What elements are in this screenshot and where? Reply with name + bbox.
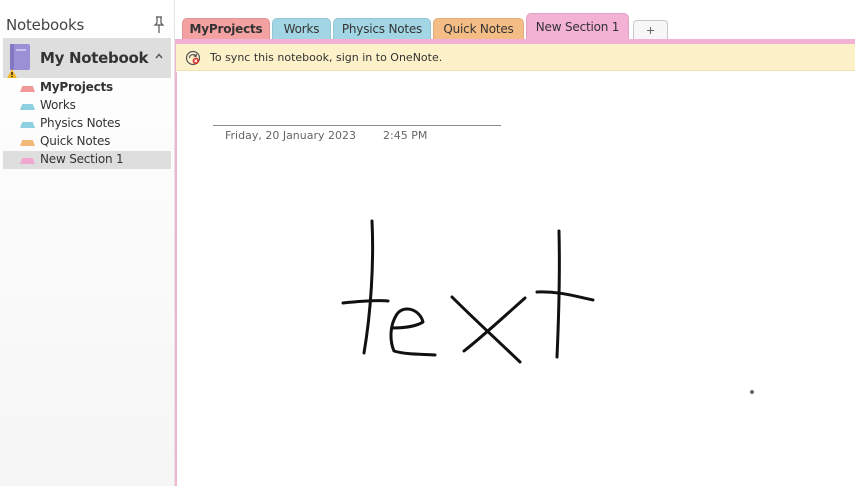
page-canvas[interactable]: Friday, 20 January 2023 2:45 PM text: [176, 72, 855, 486]
ink-stroke-t1-stem: [362, 219, 375, 355]
notebooks-pane-header: Notebooks: [6, 16, 168, 36]
ink-stroke-t1-cross: [341, 299, 390, 305]
sidebar-section-label: Quick Notes: [40, 134, 111, 148]
sync-notification-bar: To sync this notebook, sign in to OneNot…: [176, 44, 855, 71]
ink-stroke-x2: [462, 296, 527, 353]
sidebar-section-myprojects[interactable]: MyProjects: [3, 79, 171, 97]
sidebar-section-quick-notes[interactable]: Quick Notes: [3, 133, 171, 151]
notebook-my-notebook[interactable]: My Notebook: [3, 38, 171, 78]
sidebar-section-label: Physics Notes: [40, 116, 121, 130]
section-color-swatch: [20, 104, 35, 110]
sync-notification-text[interactable]: To sync this notebook, sign in to OneNot…: [210, 51, 442, 64]
tab-physics-notes[interactable]: Physics Notes: [333, 18, 431, 40]
add-section-button[interactable]: +: [633, 20, 668, 39]
ink-stroke-e: [389, 307, 437, 357]
section-color-swatch: [20, 140, 35, 146]
section-color-swatch: [20, 122, 35, 128]
tab-works[interactable]: Works: [272, 18, 331, 40]
section-color-swatch: [20, 158, 35, 164]
sidebar-section-works[interactable]: Works: [3, 97, 171, 115]
tab-new-section-1[interactable]: New Section 1: [526, 13, 629, 40]
pin-icon[interactable]: [152, 16, 166, 34]
notebooks-pane: Notebooks My Notebook MyProjects Works P…: [0, 0, 175, 486]
sidebar-section-physics-notes[interactable]: Physics Notes: [3, 115, 171, 133]
section-tab-bar: MyProjects Works Physics Notes Quick Not…: [175, 0, 855, 40]
sidebar-section-label: Works: [40, 98, 76, 112]
tab-myprojects[interactable]: MyProjects: [182, 18, 270, 40]
sidebar-section-new-section-1[interactable]: New Section 1: [3, 151, 171, 169]
notebook-name: My Notebook: [40, 49, 149, 67]
chevron-up-icon[interactable]: [154, 51, 164, 61]
sidebar-section-label: New Section 1: [40, 152, 124, 166]
section-list: MyProjects Works Physics Notes Quick Not…: [3, 79, 171, 169]
tab-quick-notes[interactable]: Quick Notes: [433, 18, 524, 40]
pen-cursor-dot: [750, 390, 754, 394]
sidebar-section-label: MyProjects: [40, 80, 113, 94]
sync-error-icon: [185, 50, 201, 66]
ink-stroke-x1: [450, 295, 522, 364]
ink-drawing[interactable]: text: [177, 72, 855, 486]
notebook-icon: [7, 44, 30, 78]
ink-stroke-t2-cross: [535, 290, 595, 302]
section-color-swatch: [20, 86, 35, 92]
notebooks-pane-title: Notebooks: [6, 16, 85, 34]
